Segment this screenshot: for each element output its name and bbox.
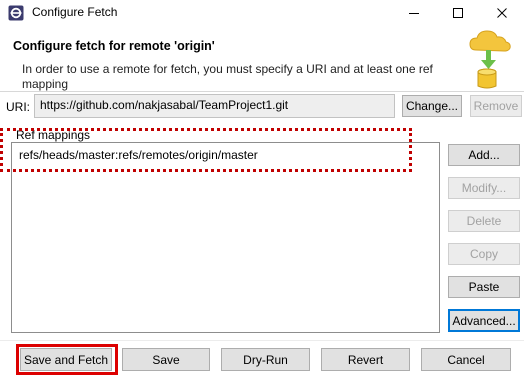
delete-ref-button[interactable]: Delete [448,210,520,232]
save-and-fetch-highlight-annotation [16,344,118,375]
copy-ref-button[interactable]: Copy [448,243,520,265]
uri-label: URI: [6,100,30,114]
minimize-icon [409,13,419,14]
maximize-button[interactable] [436,0,480,26]
maximize-icon [453,8,463,18]
close-button[interactable] [480,0,524,26]
header-divider [0,91,524,92]
dry-run-button[interactable]: Dry-Run [221,348,310,371]
paste-ref-button[interactable]: Paste [448,276,520,298]
save-button[interactable]: Save [122,348,210,371]
close-icon [497,8,507,18]
cancel-button[interactable]: Cancel [421,348,511,371]
advanced-button[interactable]: Advanced... [448,309,520,332]
fetch-cloud-database-icon [466,28,514,92]
change-uri-button[interactable]: Change... [402,95,462,117]
add-ref-button[interactable]: Add... [448,144,520,166]
uri-field[interactable]: https://github.com/nakjasabal/TeamProjec… [34,94,395,118]
revert-button[interactable]: Revert [321,348,410,371]
ref-mapping-highlight-annotation [0,128,412,172]
eclipse-icon [8,5,24,21]
minimize-button[interactable] [392,0,436,26]
window-title: Configure Fetch [32,5,118,19]
dialog-description: In order to use a remote for fetch, you … [22,62,433,91]
modify-ref-button[interactable]: Modify... [448,177,520,199]
remove-uri-button[interactable]: Remove [470,95,522,117]
dialog-heading: Configure fetch for remote 'origin' [13,39,215,53]
footer-divider [0,340,524,341]
